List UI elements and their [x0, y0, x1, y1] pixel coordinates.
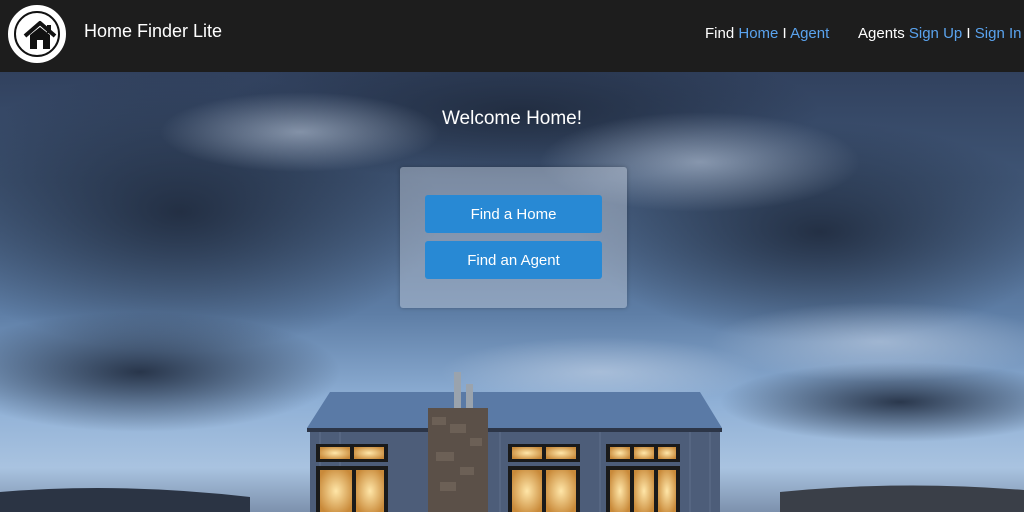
logo[interactable] — [8, 5, 66, 63]
action-panel: Find a Home Find an Agent — [400, 167, 627, 308]
find-agent-button[interactable]: Find an Agent — [425, 241, 602, 279]
nav-agents-group: Agents Sign Up I Sign In — [858, 25, 1021, 42]
nav-find-label: Find — [705, 25, 735, 42]
nav-find-group: Find Home I Agent — [705, 25, 829, 42]
welcome-heading: Welcome Home! — [441, 108, 583, 129]
brand-title: Home Finder Lite — [84, 21, 223, 41]
sign-up-link[interactable]: Sign Up — [909, 25, 962, 42]
sign-in-link[interactable]: Sign In — [975, 25, 1022, 42]
nav-separator: I — [782, 25, 787, 42]
nav-find-home-link[interactable]: Home — [738, 25, 778, 42]
nav-separator: I — [966, 25, 971, 42]
nav-agents-label: Agents — [858, 25, 905, 42]
top-navbar: Home Finder Lite Find Home I Agent Agent… — [0, 0, 1024, 72]
house-icon — [23, 21, 57, 49]
nav-find-agent-link[interactable]: Agent — [790, 25, 829, 42]
find-home-button[interactable]: Find a Home — [425, 195, 602, 233]
